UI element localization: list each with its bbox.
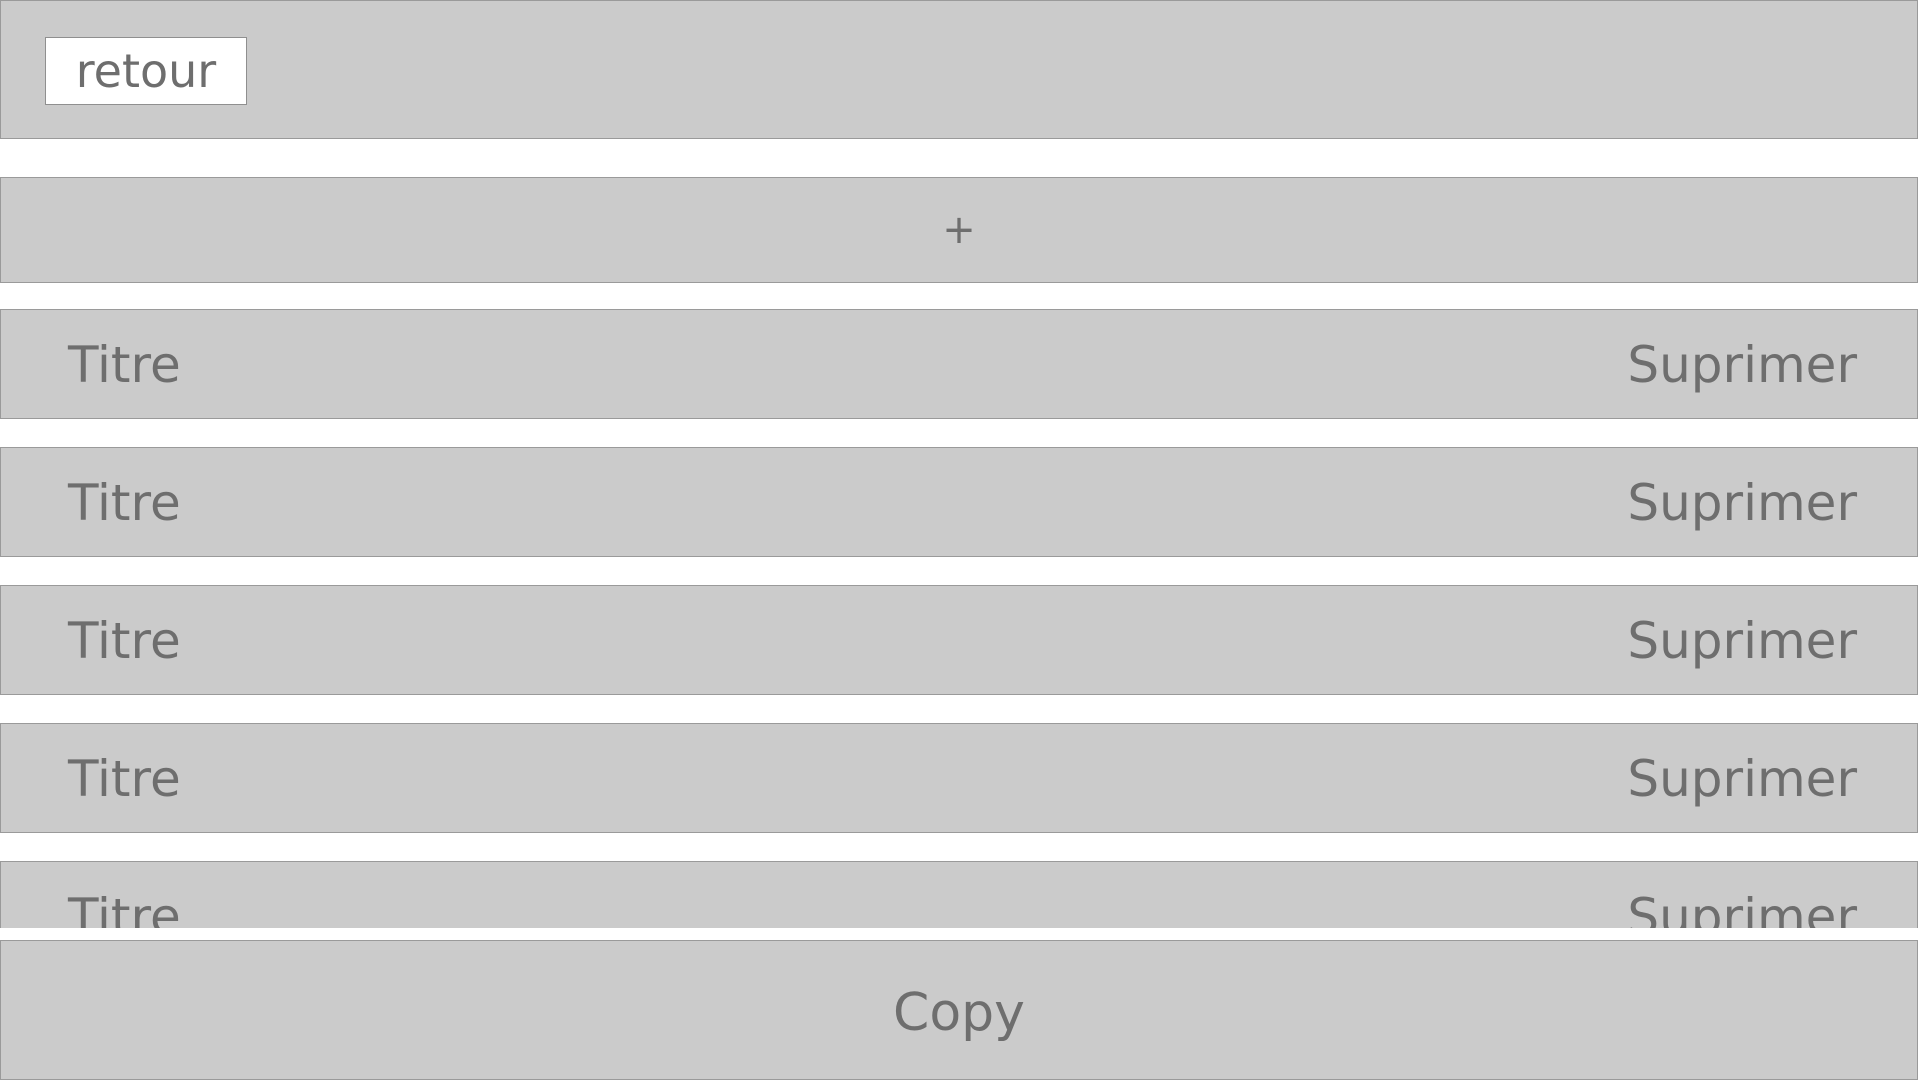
plus-icon: +: [942, 207, 976, 253]
item-list[interactable]: Titre Suprimer Titre Suprimer Titre Supr…: [0, 309, 1920, 928]
list-item[interactable]: Titre Suprimer: [0, 723, 1918, 833]
item-title: Titre: [68, 750, 181, 808]
delete-button[interactable]: Suprimer: [1627, 887, 1857, 928]
list-item[interactable]: Titre Suprimer: [0, 309, 1918, 419]
header-bar: retour: [0, 0, 1918, 139]
back-button[interactable]: retour: [45, 37, 247, 105]
list-item[interactable]: Titre Suprimer: [0, 585, 1918, 695]
copy-label: Copy: [893, 983, 1025, 1043]
add-item-button[interactable]: +: [0, 177, 1918, 283]
delete-button[interactable]: Suprimer: [1627, 473, 1857, 533]
delete-button[interactable]: Suprimer: [1627, 335, 1857, 395]
list-item[interactable]: Titre Suprimer: [0, 861, 1918, 928]
copy-button[interactable]: Copy: [0, 940, 1918, 1080]
delete-button[interactable]: Suprimer: [1627, 611, 1857, 671]
delete-button[interactable]: Suprimer: [1627, 749, 1857, 809]
item-title: Titre: [68, 474, 181, 532]
list-item[interactable]: Titre Suprimer: [0, 447, 1918, 557]
item-title: Titre: [68, 612, 181, 670]
item-title: Titre: [68, 888, 181, 928]
item-title: Titre: [68, 336, 181, 394]
